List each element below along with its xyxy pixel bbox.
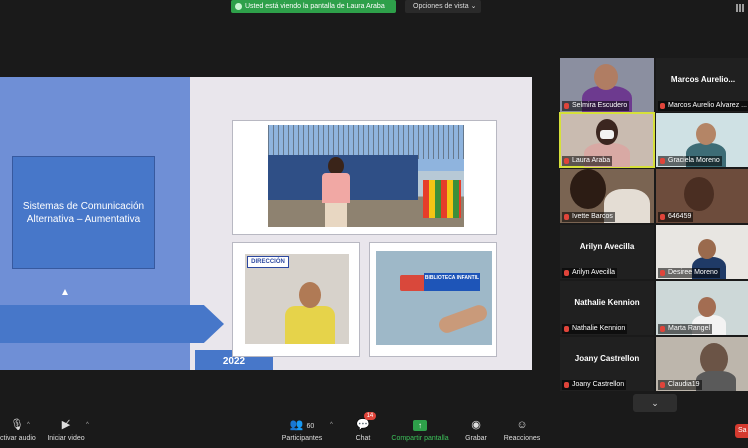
unmute-audio-button[interactable]: 🎙 ctivar audio [0,412,36,448]
record-icon: ◉ [471,419,481,431]
participants-button[interactable]: 👥 60 Participantes [278,412,326,448]
screen-share-icon [235,3,242,10]
share-screen-label: Compartir pantalla [391,435,449,442]
chat-label: Chat [355,435,371,442]
participant-name: Nathalie Kennion [562,324,628,334]
participant-tile[interactable]: Graciela Moreno [656,113,748,167]
participant-gallery: Selmira Escudero Marcos Aurelio... Marco… [558,57,748,417]
chat-unread-badge: 14 [363,412,377,420]
participant-name: Arilyn Avecilla [562,268,618,278]
reactions-label: Reacciones [503,435,541,442]
participant-tile[interactable]: Joany Castrellon Joany Castrellon [560,337,654,391]
participants-icon: 👥 60 [289,419,315,431]
mouse-cursor-icon [62,289,68,295]
start-video-button[interactable]: ▶̸ Iniciar video [44,412,88,448]
photo-woman-at-wall [268,125,464,227]
participant-tile[interactable]: Marcos Aurelio... Marcos Aurelio Alvarez… [656,58,748,112]
chat-button[interactable]: 💬 14 Chat [348,412,378,448]
photo-frame-schoolyard [232,120,497,235]
slide-arrow-shape [0,305,224,343]
participant-name: Selmira Escudero [562,101,630,111]
view-options-button[interactable]: Opciones de vista ⌄ [405,0,481,13]
biblioteca-sign: BIBLIOTECA INFANTIL [424,273,480,291]
meeting-toolbar: 🎙 ctivar audio ^ ▶̸ Iniciar video ^ 👥 60… [0,412,540,448]
gallery-scroll-down-button[interactable]: ⌄ [633,394,677,412]
participant-tile[interactable]: Claudia19 [656,337,748,391]
record-label: Grabar [465,435,487,442]
photo-frame-direccion: DIRECCIÓN [232,242,360,357]
chevron-down-icon: ⌄ [470,3,477,10]
participant-tile-active-speaker[interactable]: Laura Araba [559,112,655,168]
participant-name: 646459 [658,212,694,222]
participant-tile[interactable]: Desiree Moreno [656,225,748,279]
participants-options-caret-icon[interactable]: ^ [330,422,333,428]
participant-tile[interactable]: 646459 [656,169,748,223]
participant-big-name: Nathalie Kennion [574,298,640,307]
viewing-screen-text: Usted está viendo la pantalla de Laura A… [245,3,385,10]
slide-title: Sistemas de Comunicación Alternativa – A… [22,200,145,225]
share-screen-icon: ↑ [413,420,427,431]
photo-man-direccion: DIRECCIÓN [245,254,349,344]
emoji-plus-icon: ☺ [516,419,528,431]
participant-tile[interactable]: Nathalie Kennion Nathalie Kennion [560,281,654,335]
participant-name: Claudia19 [658,380,702,390]
photo-frame-biblioteca: BIBLIOTECA INFANTIL [369,242,497,357]
chevron-down-icon: ⌄ [651,398,659,408]
participant-name: Joany Castrellon [562,380,627,390]
photo-biblioteca-sign: BIBLIOTECA INFANTIL [376,251,492,345]
audio-label: ctivar audio [0,435,36,442]
participant-tile[interactable]: Selmira Escudero [560,58,654,112]
audio-options-caret-icon[interactable]: ^ [27,422,30,428]
participant-big-name: Arilyn Avecilla [579,242,635,251]
participant-name: Marcos Aurelio Alvarez ... [658,101,748,111]
participant-tile[interactable]: Ivette Barcos [560,169,654,223]
direccion-sign: DIRECCIÓN [247,256,289,268]
chat-icon: 💬 14 [348,412,378,432]
gallery-grid-icon[interactable] [736,4,744,12]
participant-big-name: Marcos Aurelio... [670,75,736,84]
top-banner: Usted está viendo la pantalla de Laura A… [0,0,748,14]
participant-tile[interactable]: Marta Rangel [656,281,748,335]
slide-title-box: Sistemas de Comunicación Alternativa – A… [12,156,155,269]
record-button[interactable]: ◉ Grabar [462,412,490,448]
participant-name: Ivette Barcos [562,212,615,222]
reactions-button[interactable]: ☺ Reacciones [502,412,542,448]
share-screen-button[interactable]: ↑ Compartir pantalla [388,412,452,448]
participant-tile[interactable]: Arilyn Avecilla Arilyn Avecilla [560,225,654,279]
end-meeting-button[interactable]: Sa [735,424,748,438]
video-options-caret-icon[interactable]: ^ [86,422,89,428]
participant-name: Graciela Moreno [658,156,722,166]
participant-name: Laura Araba [562,156,613,166]
participant-big-name: Joany Castrellon [574,354,640,363]
video-label: Iniciar video [47,435,85,442]
video-off-icon: ▶̸ [61,419,71,431]
participants-count: 60 [306,423,315,430]
participant-name: Desiree Moreno [658,268,720,278]
participant-name: Marta Rangel [658,324,713,334]
slide-year: 2022 [222,356,246,367]
participants-label: Participantes [281,435,323,442]
shared-screen: Sistemas de Comunicación Alternativa – A… [0,77,532,370]
view-options-label: Opciones de vista [413,3,469,10]
viewing-screen-pill[interactable]: Usted está viendo la pantalla de Laura A… [231,0,396,13]
